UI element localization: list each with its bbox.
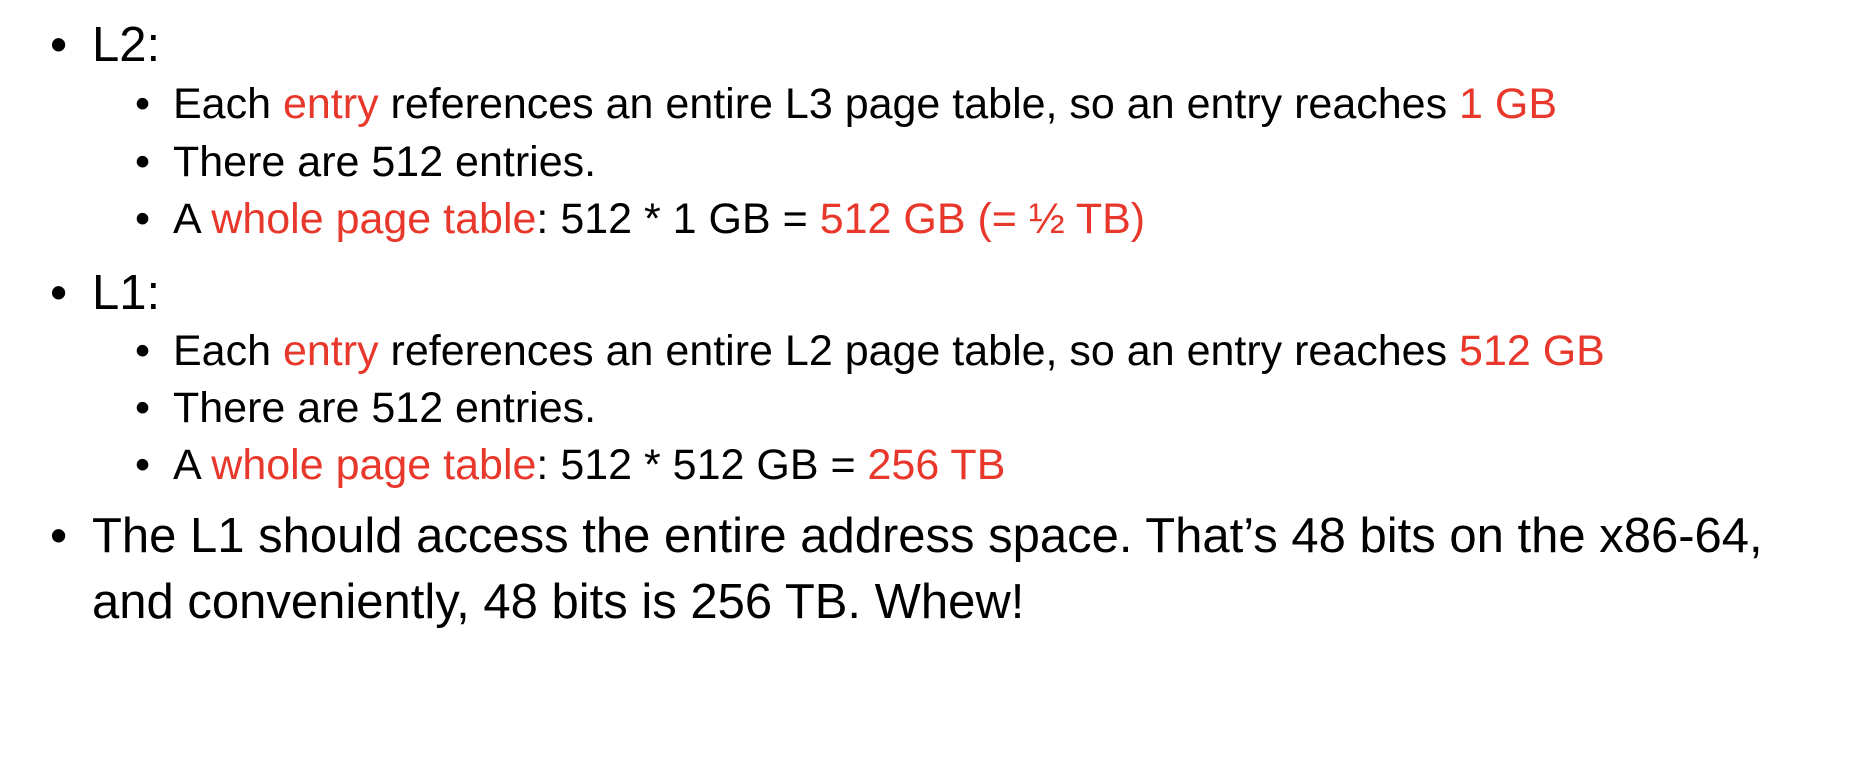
bullet-dot: • bbox=[50, 266, 68, 320]
highlight-whole-page-table: whole page table bbox=[211, 441, 537, 489]
text-run: Each bbox=[173, 80, 283, 128]
bullet-dot: • bbox=[135, 80, 151, 128]
slide: • L2: • Each entry references an entire … bbox=[0, 0, 1862, 758]
text-run: Each bbox=[173, 327, 283, 375]
subbullet-text: Each entry references an entire L3 page … bbox=[173, 77, 1557, 131]
bullet-dot: • bbox=[135, 195, 151, 243]
text-run: references an entire L2 page table, so a… bbox=[378, 327, 1460, 375]
subbullet-text: A whole page table: 512 * 512 GB = 256 T… bbox=[173, 438, 1005, 492]
bullet-dot: • bbox=[135, 327, 151, 375]
text-run: : 512 * 512 GB = bbox=[536, 441, 868, 489]
highlight-size: 256 TB bbox=[867, 441, 1006, 489]
text-run: references an entire L3 page table, so a… bbox=[378, 80, 1460, 128]
subbullet-text: There are 512 entries. bbox=[173, 384, 597, 432]
bullet-dot: • bbox=[50, 18, 68, 72]
text-run: : 512 * 1 GB = bbox=[536, 195, 820, 243]
heading-l1: L1: bbox=[92, 266, 161, 320]
bullet-dot: • bbox=[135, 384, 151, 432]
subbullet-text: There are 512 entries. bbox=[173, 138, 597, 186]
highlight-entry: entry bbox=[282, 80, 379, 128]
highlight-size: 1 GB bbox=[1459, 80, 1558, 128]
bullet-dot: • bbox=[135, 441, 151, 489]
highlight-size: 512 GB bbox=[1459, 327, 1605, 375]
highlight-whole-page-table: whole page table bbox=[211, 195, 537, 243]
bullet-dot: • bbox=[135, 138, 151, 186]
bullet-dot: • bbox=[50, 509, 68, 563]
highlight-size: 512 GB (= ½ TB) bbox=[819, 195, 1146, 243]
text-run: A bbox=[173, 195, 212, 243]
closing-text: The L1 should access the entire address … bbox=[92, 509, 1763, 629]
heading-l2: L2: bbox=[92, 18, 161, 72]
subbullet-text: Each entry references an entire L2 page … bbox=[173, 324, 1605, 378]
highlight-entry: entry bbox=[282, 327, 379, 375]
subbullet-text: A whole page table: 512 * 1 GB = 512 GB … bbox=[173, 192, 1145, 246]
text-run: A bbox=[173, 441, 212, 489]
